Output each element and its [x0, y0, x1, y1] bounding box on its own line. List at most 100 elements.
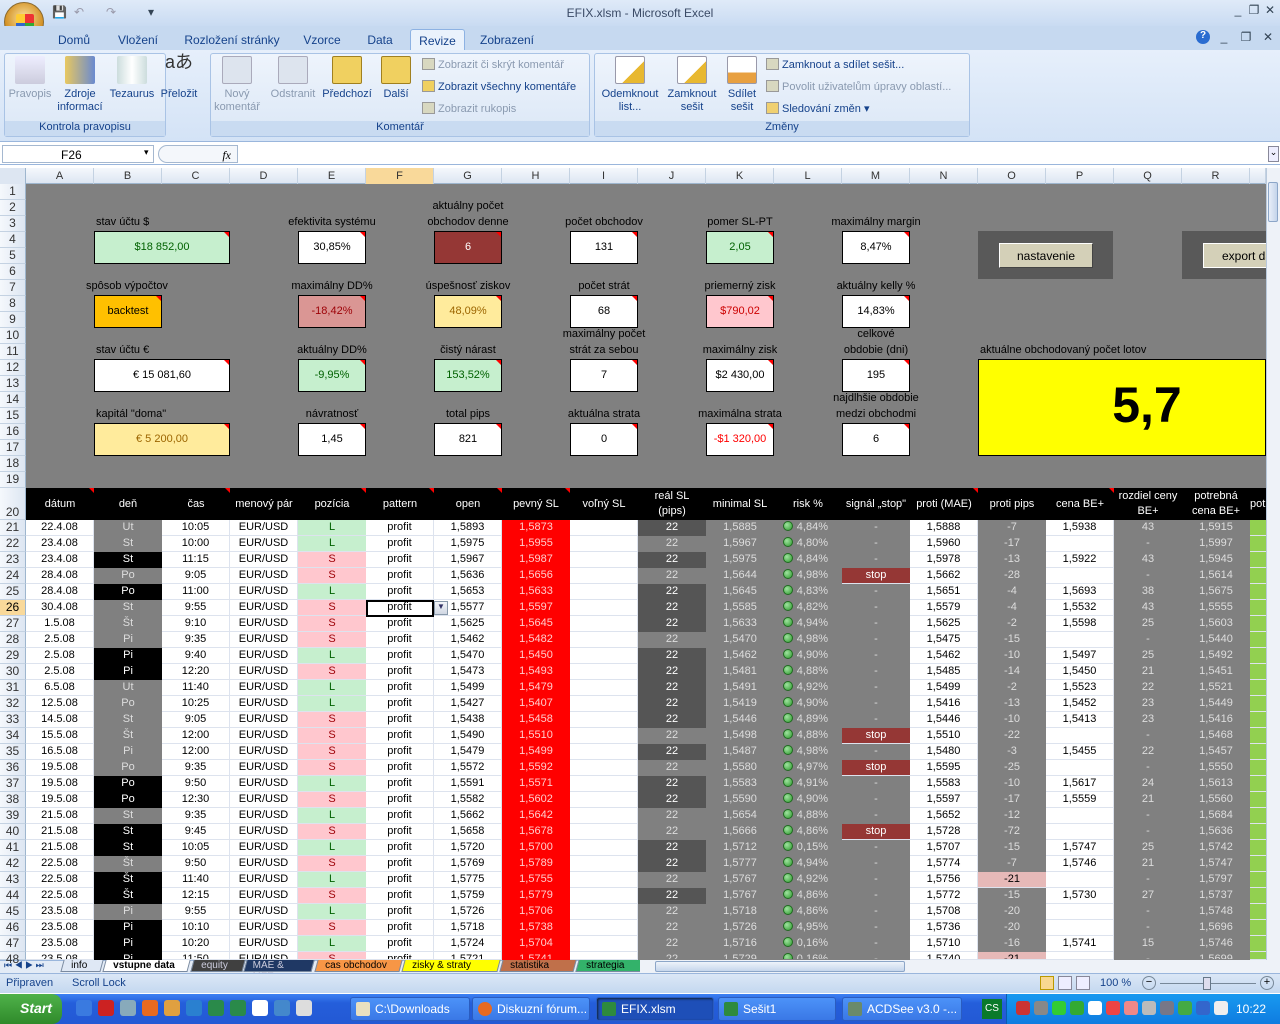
risk-cell[interactable]: 0,16% — [774, 936, 842, 952]
row-header-17[interactable]: 17 — [0, 440, 26, 456]
minimal-sl-cell[interactable]: 1,5777 — [706, 856, 774, 872]
tray-icon[interactable] — [1142, 1001, 1156, 1015]
quick-launch-icon[interactable] — [296, 1000, 312, 1016]
be-price-cell[interactable]: 1,5746 — [1046, 856, 1114, 872]
position-cell[interactable]: L — [298, 680, 366, 696]
name-box-dropdown-icon[interactable]: ▾ — [144, 147, 149, 158]
fixed-sl-cell[interactable]: 1,5602 — [502, 792, 570, 808]
against-pips-cell[interactable]: -17 — [978, 536, 1046, 552]
date-cell[interactable]: 21.5.08 — [26, 824, 94, 840]
time-cell[interactable]: 10:05 — [162, 840, 230, 856]
required-be-price-cell[interactable]: 1,5742 — [1182, 840, 1250, 856]
settings-button[interactable]: nastavenie — [999, 243, 1093, 268]
column-header-D[interactable]: D — [230, 168, 298, 184]
pattern-cell[interactable]: profit — [366, 696, 434, 712]
share-workbook-button[interactable]: Sdílet sešit — [722, 56, 762, 114]
day-cell[interactable]: Št — [94, 856, 162, 872]
date-cell[interactable]: 23.4.08 — [26, 536, 94, 552]
be-diff-cell[interactable]: 23 — [1114, 696, 1182, 712]
row-header-3[interactable]: 3 — [0, 216, 26, 232]
pattern-cell[interactable]: profit — [366, 872, 434, 888]
name-box[interactable]: F26 — [2, 145, 154, 163]
currency-pair-cell[interactable]: EUR/USD — [230, 584, 298, 600]
pattern-cell[interactable]: profit — [366, 536, 434, 552]
stop-signal-cell[interactable]: - — [842, 792, 910, 808]
sheet-tab-statistika[interactable]: statistika — [499, 960, 577, 972]
minimal-sl-cell[interactable]: 1,5419 — [706, 696, 774, 712]
pattern-cell[interactable]: profit — [366, 808, 434, 824]
date-cell[interactable]: 22.4.08 — [26, 520, 94, 536]
real-sl-cell[interactable]: 22 — [638, 904, 706, 920]
row-header-11[interactable]: 11 — [0, 344, 26, 360]
row-header-44[interactable]: 44 — [0, 888, 26, 904]
select-all-button[interactable] — [0, 168, 26, 184]
kapital-value[interactable]: € 5 200,00 — [94, 423, 230, 456]
real-sl-cell[interactable]: 22 — [638, 872, 706, 888]
fixed-sl-cell[interactable]: 1,5450 — [502, 648, 570, 664]
date-cell[interactable]: 22.5.08 — [26, 856, 94, 872]
stop-signal-cell[interactable]: - — [842, 632, 910, 648]
expand-formula-bar-icon[interactable]: ⌄ — [1268, 146, 1279, 162]
minimal-sl-cell[interactable]: 1,5967 — [706, 536, 774, 552]
open-cell[interactable]: 1,5636 — [434, 568, 502, 584]
fixed-sl-cell[interactable]: 1,5458 — [502, 712, 570, 728]
time-cell[interactable]: 9:05 — [162, 568, 230, 584]
quick-launch-icon[interactable] — [208, 1000, 224, 1016]
mae-cell[interactable]: 1,5651 — [910, 584, 978, 600]
time-cell[interactable]: 9:35 — [162, 760, 230, 776]
pattern-cell[interactable]: profit — [366, 680, 434, 696]
position-cell[interactable]: L — [298, 520, 366, 536]
open-cell[interactable]: 1,5724 — [434, 936, 502, 952]
date-cell[interactable]: 2.5.08 — [26, 664, 94, 680]
day-cell[interactable]: Pi — [94, 664, 162, 680]
required-be-price-cell[interactable]: 1,5550 — [1182, 760, 1250, 776]
quick-launch-icon[interactable] — [98, 1000, 114, 1016]
required-be-price-cell[interactable]: 1,5699 — [1182, 952, 1250, 960]
max-zisk-value[interactable]: $2 430,00 — [706, 359, 774, 392]
row-header-19[interactable]: 19 — [0, 472, 26, 488]
tab-zobrazeni[interactable]: Zobrazení — [474, 29, 540, 50]
doc-minimize-button[interactable]: _ — [1216, 30, 1232, 44]
required-be-price-cell[interactable]: 1,5451 — [1182, 664, 1250, 680]
be-diff-cell[interactable]: - — [1114, 808, 1182, 824]
currency-pair-cell[interactable]: EUR/USD — [230, 872, 298, 888]
date-cell[interactable]: 22.5.08 — [26, 872, 94, 888]
open-cell[interactable]: 1,5582 — [434, 792, 502, 808]
minimal-sl-cell[interactable]: 1,5585 — [706, 600, 774, 616]
required-be-price-cell[interactable]: 1,5449 — [1182, 696, 1250, 712]
position-cell[interactable]: S — [298, 664, 366, 680]
be-price-cell[interactable]: 1,5693 — [1046, 584, 1114, 600]
time-cell[interactable]: 11:40 — [162, 872, 230, 888]
minimal-sl-cell[interactable]: 1,5885 — [706, 520, 774, 536]
required-be-price-cell[interactable]: 1,5560 — [1182, 792, 1250, 808]
date-cell[interactable]: 22.5.08 — [26, 888, 94, 904]
be-price-cell[interactable] — [1046, 536, 1114, 552]
stop-signal-cell[interactable]: - — [842, 584, 910, 600]
against-pips-cell[interactable]: -4 — [978, 584, 1046, 600]
fixed-sl-cell[interactable]: 1,5592 — [502, 760, 570, 776]
fixed-sl-cell[interactable]: 1,5571 — [502, 776, 570, 792]
required-be-price-cell[interactable]: 1,5737 — [1182, 888, 1250, 904]
stop-signal-cell[interactable]: stop — [842, 760, 910, 776]
row-header-42[interactable]: 42 — [0, 856, 26, 872]
risk-cell[interactable]: 0,15% — [774, 840, 842, 856]
day-cell[interactable]: Po — [94, 696, 162, 712]
against-pips-cell[interactable]: -21 — [978, 872, 1046, 888]
minimal-sl-cell[interactable]: 1,5645 — [706, 584, 774, 600]
date-cell[interactable]: 2.5.08 — [26, 648, 94, 664]
real-sl-cell[interactable]: 22 — [638, 712, 706, 728]
fixed-sl-cell[interactable]: 1,5482 — [502, 632, 570, 648]
free-sl-cell[interactable] — [570, 824, 638, 840]
open-cell[interactable]: 1,5893 — [434, 520, 502, 536]
against-pips-cell[interactable]: -10 — [978, 776, 1046, 792]
row-header-33[interactable]: 33 — [0, 712, 26, 728]
column-header-Q[interactable]: Q — [1114, 168, 1182, 184]
be-price-cell[interactable]: 1,5523 — [1046, 680, 1114, 696]
open-cell[interactable]: 1,5769 — [434, 856, 502, 872]
be-diff-cell[interactable]: - — [1114, 920, 1182, 936]
risk-cell[interactable]: 4,98% — [774, 744, 842, 760]
tab-vzorce[interactable]: Vzorce — [298, 29, 346, 50]
time-cell[interactable]: 12:15 — [162, 888, 230, 904]
be-price-cell[interactable]: 1,5497 — [1046, 648, 1114, 664]
obchody-denne-value[interactable]: 6 — [434, 231, 502, 264]
